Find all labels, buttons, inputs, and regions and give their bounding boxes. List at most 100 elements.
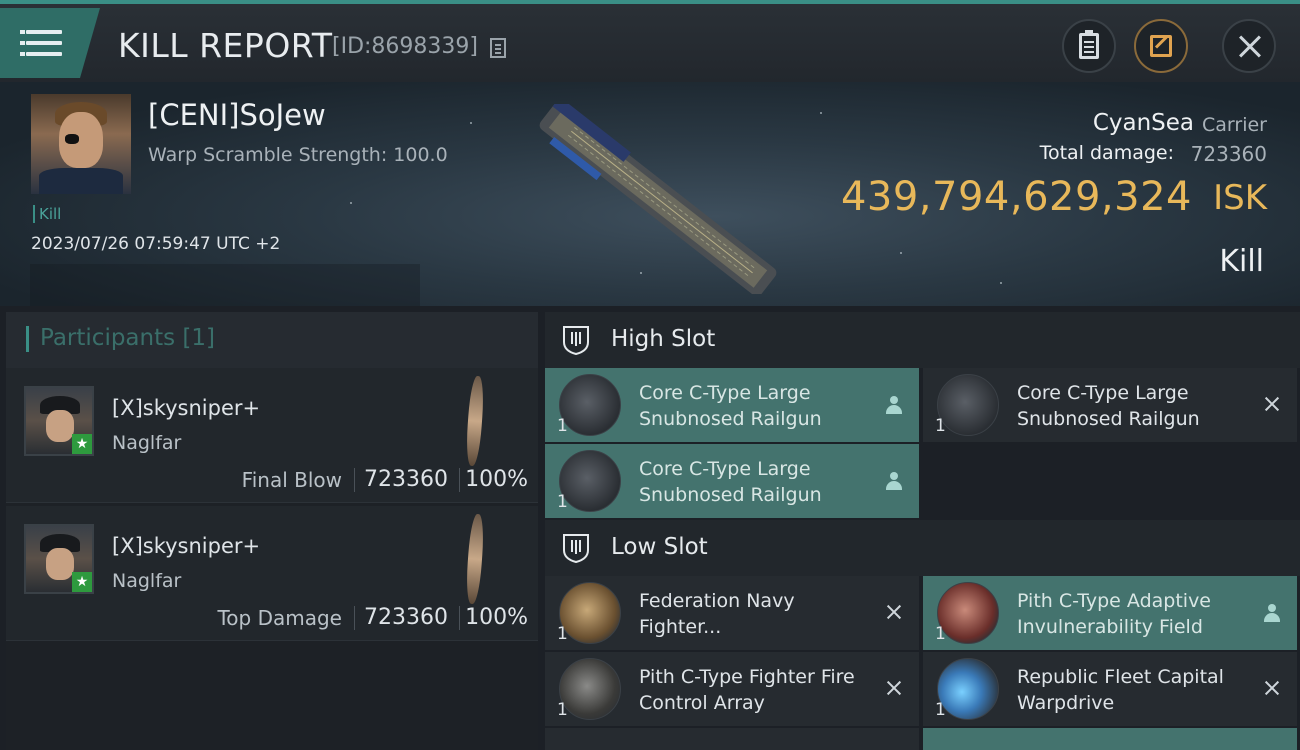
railgun-icon [559,374,621,436]
module-item[interactable]: 1 Core C-Type Large Snubnosed Railgun [545,368,919,442]
victim-banner: [CENI]SoJew Warp Scramble Strength: 100.… [0,82,1300,306]
low-slot-header: Low Slot [545,520,1300,576]
ship-class: Carrier [1202,114,1267,136]
low-slot-title: Low Slot [611,534,708,560]
high-slot-header: High Slot [545,312,1300,368]
module-item[interactable]: 1 Pith C-Type Adaptive Invulnerability F… [923,576,1297,650]
bg-star [350,202,352,204]
kill-tag: Kill [33,205,61,223]
divider [459,606,460,630]
report-id: [ID:8698339] [332,34,478,59]
warpdrive-icon [937,658,999,720]
module-quantity: 1 [935,624,946,644]
participant-row[interactable]: ★ [X]skysniper+ Naglfar Final Blow 72336… [6,368,538,503]
hero-shade [30,264,420,306]
participants-panel: Participants [1] ★ [X]skysniper+ Naglfar… [6,312,538,750]
destroyed-x-icon [883,678,905,700]
destroyed-x-icon [1261,394,1283,416]
module-item-partial[interactable] [545,728,919,750]
participant-percent: 100% [465,605,528,630]
invulnerability-field-icon [937,582,999,644]
hamburger-dot [20,52,25,56]
participant-row[interactable]: ★ [X]skysniper+ Naglfar Top Damage 72336… [6,506,538,641]
ship-name: CyanSea [1092,110,1194,136]
participants-title: Participants [1] [40,325,215,351]
module-name: Core C-Type Large Snubnosed Railgun [1017,382,1200,430]
close-button[interactable] [1222,19,1276,73]
module-quantity: 1 [557,700,568,720]
module-quantity: 1 [557,492,568,512]
isk-value: 439,794,629,324 [840,174,1192,220]
ship-icon [464,375,486,467]
isk-unit: ISK [1213,178,1267,218]
participant-ship: Naglfar [112,570,182,592]
star-badge-icon: ★ [72,572,92,592]
share-button[interactable] [1134,19,1188,73]
person-body [1264,613,1280,622]
participant-damage: 723360 [364,605,448,630]
module-name: Pith C-Type Adaptive Invulnerability Fie… [1017,590,1211,638]
avatar-face [46,410,74,442]
railgun-icon [937,374,999,436]
hamburger-bar [26,52,62,56]
avatar[interactable]: ★ [24,524,94,594]
module-item[interactable]: 1 Federation Navy Fighter... [545,576,919,650]
result-label: Kill [1219,244,1264,279]
divider [354,468,355,492]
victim-name[interactable]: [CENI]SoJew [148,98,326,132]
destroyed-x-icon [1261,678,1283,700]
person-head [890,396,898,404]
participant-role: Final Blow [241,468,342,492]
person-head [1268,604,1276,612]
menu-button[interactable] [0,8,100,78]
module-item[interactable]: 1 Core C-Type Large Snubnosed Railgun [545,444,919,518]
person-body [886,405,902,414]
module-item[interactable]: 1 Pith C-Type Fighter Fire Control Array [545,652,919,726]
victim-portrait[interactable] [31,94,131,194]
bg-star [900,252,902,254]
module-quantity: 1 [935,700,946,720]
module-name: Pith C-Type Fighter Fire Control Array [639,666,855,714]
destroyed-x-icon [883,602,905,624]
warp-scramble-strength: Warp Scramble Strength: 100.0 [148,144,448,166]
total-damage-label: Total damage: [1039,142,1174,164]
module-item[interactable]: 1 Core C-Type Large Snubnosed Railgun [923,368,1297,442]
divider [354,606,355,630]
person-body [886,481,902,490]
railgun-icon [559,450,621,512]
module-item[interactable]: 1 Republic Fleet Capital Warpdrive [923,652,1297,726]
module-quantity: 1 [557,624,568,644]
module-name: Core C-Type Large Snubnosed Railgun [639,382,822,430]
dropped-person-icon [883,470,905,492]
eye-patch [65,134,79,144]
slot-shield-icon [563,326,589,356]
dropped-person-icon [883,394,905,416]
module-item-partial[interactable] [923,728,1297,750]
carrier-ship-image [539,104,777,294]
portrait-suit [39,168,123,194]
page-title: KILL REPORT [118,26,333,65]
high-slot-title: High Slot [611,326,716,352]
divider [459,468,460,492]
ship-icon [464,513,486,605]
share-icon [1150,35,1172,57]
dropped-person-icon [1261,602,1283,624]
module-quantity: 1 [557,416,568,436]
copy-icon[interactable] [490,38,506,58]
module-quantity: 1 [935,416,946,436]
clipboard-button[interactable] [1062,19,1116,73]
hamburger-bar [26,30,62,34]
bg-star [1000,282,1002,284]
module-name: Core C-Type Large Snubnosed Railgun [639,458,822,506]
participant-role: Top Damage [217,606,342,630]
module-name: Federation Navy Fighter... [639,590,795,638]
hamburger-bar [26,41,62,45]
participants-header: Participants [1] [6,312,538,368]
avatar[interactable]: ★ [24,386,94,456]
fire-control-array-icon [559,658,621,720]
top-bar: KILL REPORT [ID:8698339] [0,0,1300,82]
bg-star [820,112,822,114]
total-damage-value: 723360 [1190,142,1267,166]
clipboard-icon [1079,30,1099,59]
avatar-face [46,548,74,580]
